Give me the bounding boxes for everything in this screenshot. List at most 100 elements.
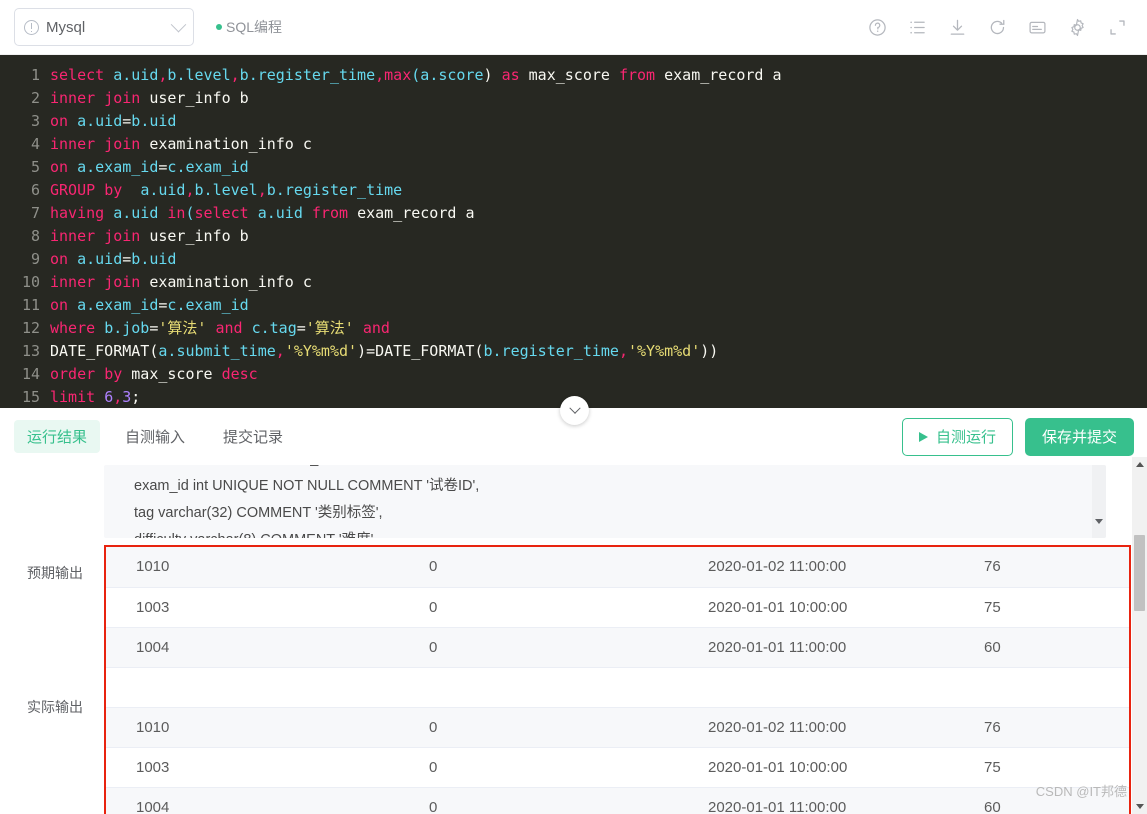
code-line: 7 having a.uid in(select a.uid from exam_… [0,202,1147,225]
line-number: 3 [30,112,40,130]
table-row: 1004 0 2020-01-01 11:00:00 60 [106,787,1129,814]
scroll-up-arrow-icon[interactable] [1135,462,1144,467]
code-line: 6 GROUP by a.uid,b.level,b.register_time [0,179,1147,202]
table-schema-panel[interactable]: id int PRIMARY KEY AUTO_INCREMENT COMMEN… [104,465,1106,538]
toolbar: Mysql SQL编程 [0,0,1147,55]
play-icon [918,431,928,442]
table-row: 1003 0 2020-01-01 10:00:00 75 [106,747,1129,788]
code-line: 11 on a.exam_id=c.exam_id [0,294,1147,317]
mode-tag-label: SQL编程 [226,19,283,35]
line-number: 14 [21,365,40,383]
expected-output-label: 预期输出 [27,565,83,581]
table-cell: 1010 [106,707,399,748]
editor-collapse-button[interactable] [560,396,589,425]
save-and-submit-button[interactable]: 保存并提交 [1024,417,1134,456]
table-cell: 1004 [106,627,399,668]
list-icon[interactable] [908,18,927,37]
page-scrollbar[interactable] [1132,457,1147,814]
table-cell: 0 [399,747,678,788]
table-schema-text: id int PRIMARY KEY AUTO_INCREMENT COMMEN… [134,465,540,538]
table-cell: 2020-01-02 11:00:00 [678,547,954,588]
output-labels-column: 预期输出 实际输出 [0,545,104,814]
code-line: 4 inner join examination_info c [0,133,1147,156]
database-select[interactable]: Mysql [14,8,194,46]
table-cell: 0 [399,787,678,814]
actual-output-label: 实际输出 [27,699,83,715]
code-line: 10 inner join examination_info c [0,271,1147,294]
code-line: 12 where b.job='算法' and c.tag='算法' and [0,317,1147,340]
table-cell: 1004 [106,787,399,814]
self-test-run-label: 自测运行 [935,429,996,446]
scroll-down-arrow-icon[interactable] [1135,804,1144,809]
line-number: 2 [30,89,40,107]
table-cell: 2020-01-01 11:00:00 [678,787,954,814]
table-row: 1004 0 2020-01-01 11:00:00 60 [106,627,1129,668]
table-row: 1003 0 2020-01-01 10:00:00 75 [106,587,1129,628]
code-line: 8 inner join user_info b [0,225,1147,248]
code-line: 3 on a.uid=b.uid [0,110,1147,133]
line-number: 4 [30,135,40,153]
table-cell: 1010 [106,547,399,588]
schema-scrollbar[interactable] [1092,465,1106,538]
download-icon[interactable] [948,18,967,37]
fullscreen-icon[interactable] [1108,18,1127,37]
line-number: 5 [30,158,40,176]
table-cell: 2020-01-01 10:00:00 [678,747,954,788]
table-cell: 75 [954,587,1129,628]
line-number: 8 [30,227,40,245]
line-number: 9 [30,250,40,268]
output-table: 1010 0 2020-01-02 11:00:00 76 1003 0 2020-01-0… [106,547,1129,814]
table-cell: 2020-01-01 10:00:00 [678,587,954,628]
code-line: 2 inner join user_info b [0,87,1147,110]
table-cell: 60 [954,627,1129,668]
table-cell: 60 [954,787,1129,814]
output-comparison: 预期输出 实际输出 1010 0 2020-01-02 11:00:00 76 1003… [0,545,1147,814]
line-number: 10 [21,273,40,291]
help-icon[interactable] [868,18,887,37]
table-cell: 2020-01-01 11:00:00 [678,627,954,668]
table-cell: 1003 [106,747,399,788]
code-line: 14 order by max_score desc [0,363,1147,386]
scrollbar-thumb[interactable] [1134,535,1145,611]
table-cell: 76 [954,547,1129,588]
table-cell: 0 [399,627,678,668]
sql-code-editor[interactable]: 1 select a.uid,b.level,b.register_time,ma… [0,55,1147,408]
code-line: 1 select a.uid,b.level,b.register_time,ma… [0,64,1147,87]
table-cell: 0 [399,707,678,748]
line-number: 15 [21,388,40,406]
line-number: 13 [21,342,40,360]
status-dot-icon [216,24,222,30]
table-cell: 2020-01-02 11:00:00 [678,707,954,748]
table-cell: 76 [954,707,1129,748]
line-number: 1 [30,66,40,84]
code-lines: 1 select a.uid,b.level,b.register_time,ma… [0,64,1147,408]
table-cell: 1003 [106,587,399,628]
tab-submission-history[interactable]: 提交记录 [210,420,296,453]
tab-run-result[interactable]: 运行结果 [14,420,101,453]
code-line: 5 on a.exam_id=c.exam_id [0,156,1147,179]
table-cell: 0 [399,587,678,628]
table-row: 1010 0 2020-01-02 11:00:00 76 [106,547,1129,588]
table-group-separator [106,667,1129,708]
chevron-down-icon [170,16,187,32]
refresh-icon[interactable] [988,18,1007,37]
settings-gear-icon[interactable] [1068,18,1087,37]
code-line: 9 on a.uid=b.uid [0,248,1147,271]
mode-tag[interactable]: SQL编程 [216,17,282,37]
note-icon[interactable] [1028,18,1047,37]
chevron-down-icon [568,402,581,414]
output-highlight-box: 1010 0 2020-01-02 11:00:00 76 1003 0 2020-01-0… [104,545,1131,814]
database-select-value: Mysql [46,18,86,36]
scroll-down-arrow-icon[interactable] [1095,519,1103,524]
tab-self-test-input[interactable]: 自测输入 [112,420,198,453]
toolbar-icons [868,18,1133,37]
line-number: 7 [30,204,40,222]
self-test-run-button[interactable]: 自测运行 [901,417,1013,456]
table-row: 1010 0 2020-01-02 11:00:00 76 [106,707,1129,748]
table-cell: 0 [399,547,678,588]
line-number: 12 [21,319,40,337]
line-number: 6 [30,181,40,199]
table-cell: 75 [954,747,1129,788]
warning-circle-icon [24,19,39,35]
line-number: 11 [21,296,40,314]
